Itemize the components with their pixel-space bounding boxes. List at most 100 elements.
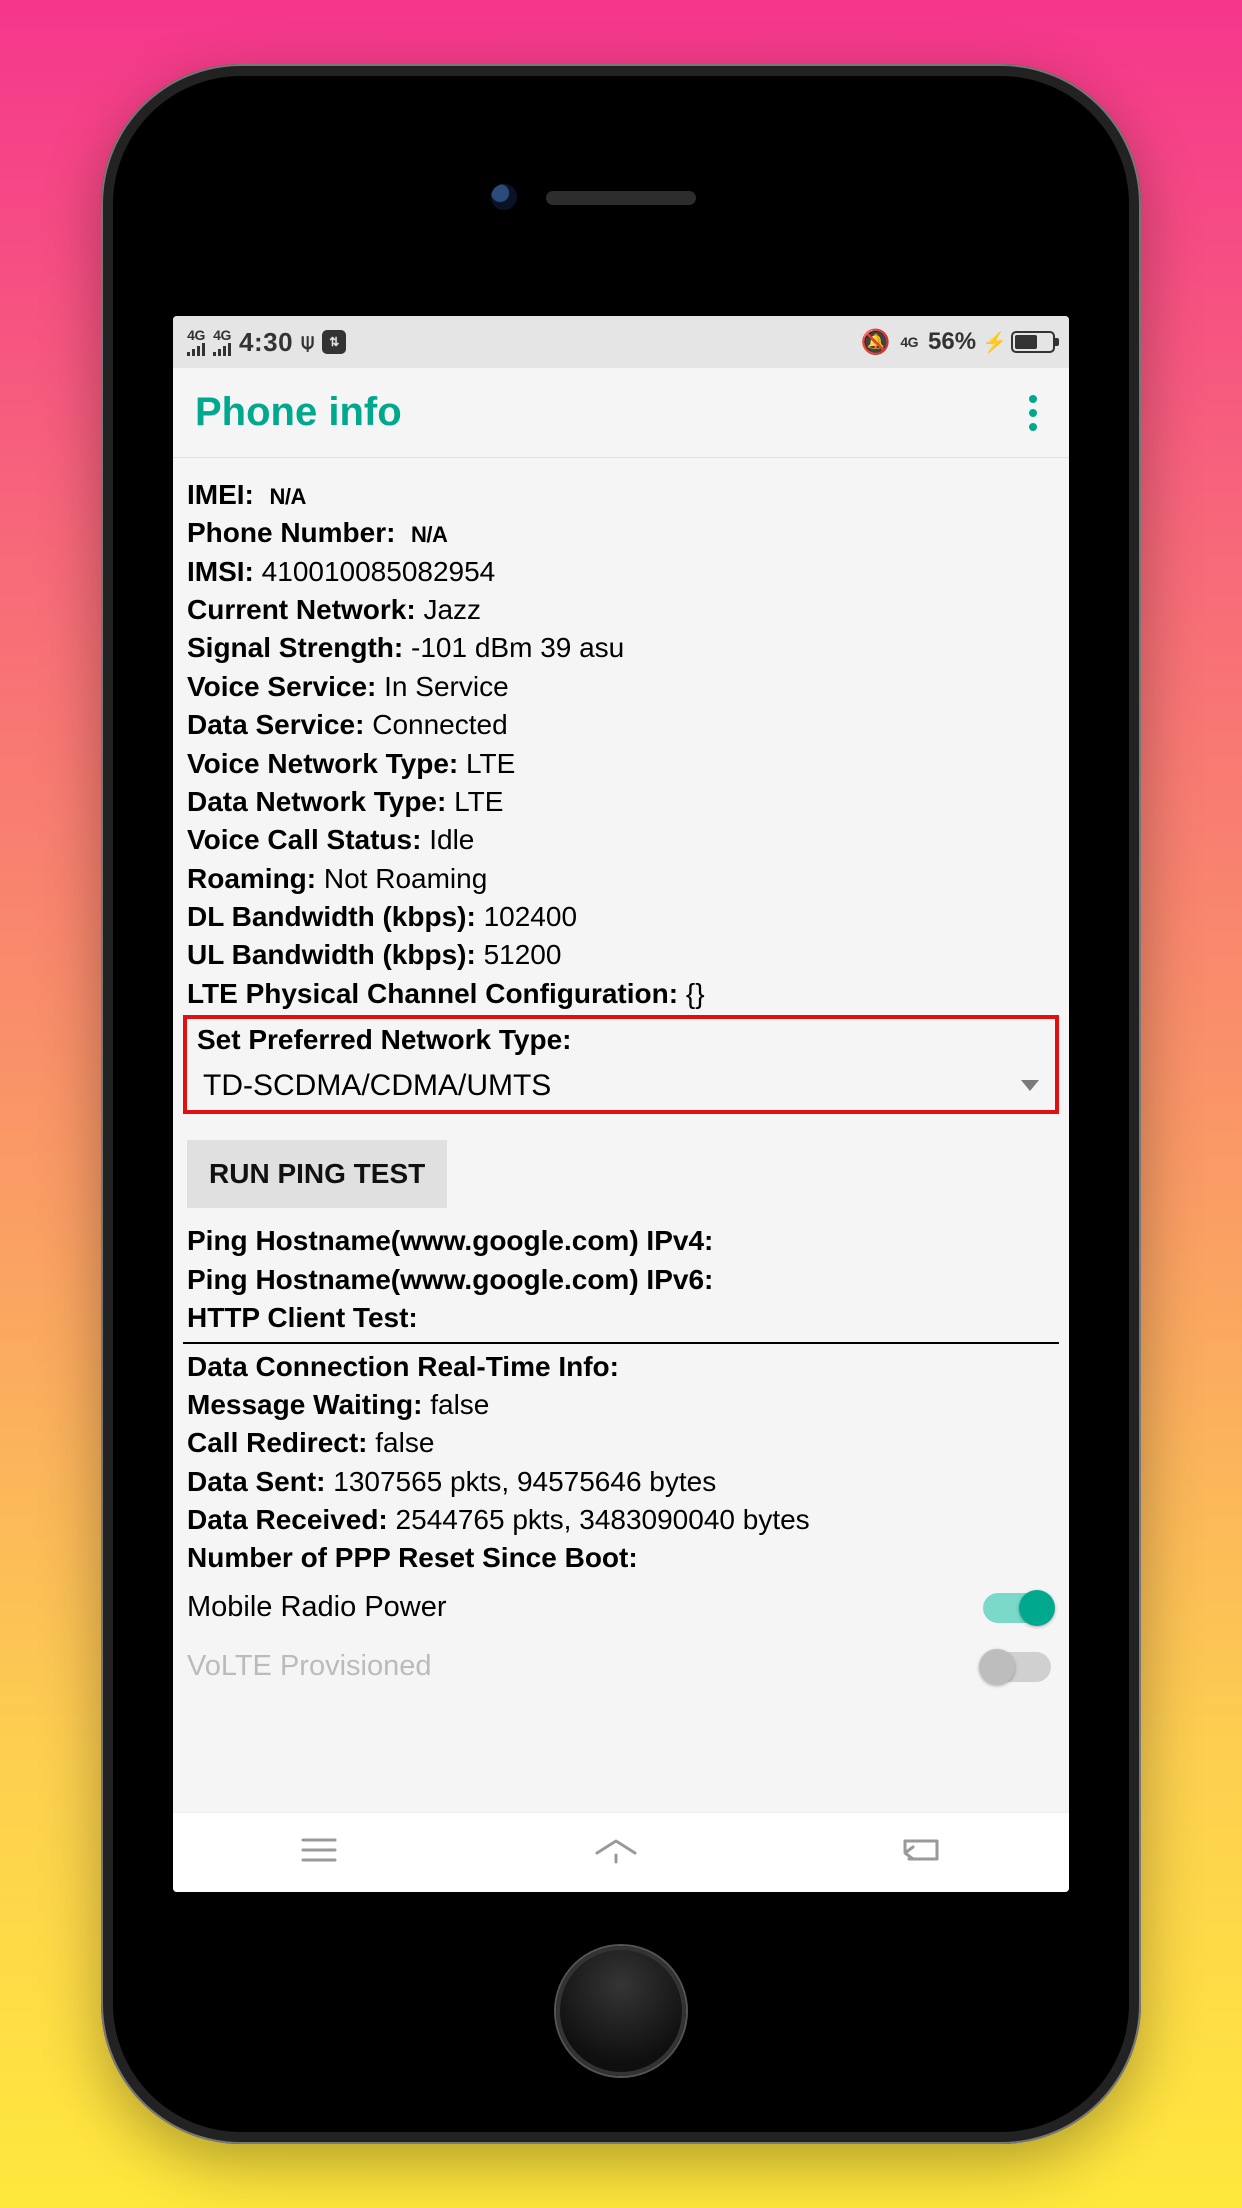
net-gen-label-2: 4G [213,328,231,342]
http-client-row: HTTP Client Test: [183,1299,1059,1337]
ul-bandwidth-row: UL Bandwidth (kbps): 51200 [183,936,1059,974]
volte-provisioned-row: VoLTE Provisioned [183,1637,1059,1697]
dl-bandwidth-label: DL Bandwidth (kbps): [187,901,476,932]
data-network-type-value: LTE [454,786,503,817]
ul-bandwidth-label: UL Bandwidth (kbps): [187,939,476,970]
ping-ipv4-label: Ping Hostname(www.google.com) IPv4: [187,1225,713,1256]
call-redirect-row: Call Redirect: false [183,1424,1059,1462]
signal-strength-value: -101 dBm 39 asu [411,632,624,663]
status-time: 4:30 [239,327,293,358]
ear-speaker [546,191,696,205]
system-nav-bar [173,1812,1069,1892]
net-gen-label-3: 4G [900,335,918,349]
data-sent-label: Data Sent: [187,1466,325,1497]
status-left: 4G 4G 4:30 ⍦ ⇅ [187,327,346,358]
notification-badge-icon: ⇅ [322,330,346,354]
imei-value: N/A [269,484,305,509]
dnd-icon: 🔕 [860,328,890,357]
data-received-value: 2544765 pkts, 3483090040 bytes [396,1504,810,1535]
phone-number-row: Phone Number: N/A [183,514,1059,552]
voice-call-status-value: Idle [429,824,474,855]
current-network-row: Current Network: Jazz [183,591,1059,629]
ul-bandwidth-value: 51200 [484,939,562,970]
net-gen-label-1: 4G [187,328,205,342]
screen: 4G 4G 4:30 ⍦ ⇅ 🔕 4G [173,316,1069,1892]
signal-bars-icon-1 [187,342,205,356]
divider [183,1342,1059,1344]
current-network-value: Jazz [423,594,481,625]
phone-number-label: Phone Number: [187,517,395,548]
mobile-radio-power-row: Mobile Radio Power [183,1578,1059,1638]
back-button[interactable] [893,1835,943,1870]
dl-bandwidth-row: DL Bandwidth (kbps): 102400 [183,898,1059,936]
data-network-type-label: Data Network Type: [187,786,446,817]
preferred-network-value: TD-SCDMA/CDMA/UMTS [203,1065,551,1106]
preferred-network-select[interactable]: TD-SCDMA/CDMA/UMTS [193,1059,1049,1108]
status-right: 🔕 4G 56% ⚡ [860,328,1055,357]
preferred-network-label-row: Set Preferred Network Type: [193,1021,1049,1059]
imei-label: IMEI: [187,479,254,510]
signal-strength-label: Signal Strength: [187,632,403,663]
http-client-label: HTTP Client Test: [187,1302,418,1333]
voice-service-row: Voice Service: In Service [183,668,1059,706]
battery-percent: 56% [928,328,976,356]
mobile-radio-power-toggle[interactable] [983,1593,1051,1623]
app-bar: Phone info [173,368,1069,458]
run-ping-test-button[interactable]: RUN PING TEST [187,1140,447,1208]
voice-call-status-row: Voice Call Status: Idle [183,821,1059,859]
data-conn-rt-row: Data Connection Real-Time Info: [183,1348,1059,1386]
imsi-row: IMSI: 410010085082954 [183,553,1059,591]
preferred-network-label: Set Preferred Network Type: [197,1024,572,1055]
lte-pcc-value: {} [686,978,705,1009]
voice-network-type-label: Voice Network Type: [187,748,458,779]
chevron-down-icon [1021,1080,1039,1091]
voice-network-type-value: LTE [466,748,515,779]
battery-icon [1011,331,1055,353]
hardware-home-button[interactable] [556,1946,686,2076]
overflow-menu-button[interactable] [1019,385,1047,441]
ping-ipv6-label: Ping Hostname(www.google.com) IPv6: [187,1264,713,1295]
roaming-value: Not Roaming [324,863,487,894]
message-waiting-row: Message Waiting: false [183,1386,1059,1424]
phone-number-value: N/A [411,522,447,547]
voice-network-type-row: Voice Network Type: LTE [183,745,1059,783]
data-received-label: Data Received: [187,1504,388,1535]
ping-ipv4-row: Ping Hostname(www.google.com) IPv4: [183,1222,1059,1260]
call-redirect-value: false [375,1427,434,1458]
signal-bars-icon-2 [213,342,231,356]
volte-provisioned-toggle[interactable] [983,1652,1051,1682]
mobile-radio-power-label: Mobile Radio Power [187,1588,447,1628]
ping-ipv6-row: Ping Hostname(www.google.com) IPv6: [183,1261,1059,1299]
content: IMEI: N/A Phone Number: N/A IMSI: 410010… [173,458,1069,1715]
roaming-label: Roaming: [187,863,316,894]
roaming-row: Roaming: Not Roaming [183,860,1059,898]
data-service-value: Connected [372,709,507,740]
data-4g-icon: 4G [900,335,918,349]
imsi-label: IMSI: [187,556,254,587]
ppp-reset-label: Number of PPP Reset Since Boot: [187,1542,638,1573]
preferred-network-highlight: Set Preferred Network Type: TD-SCDMA/CDM… [183,1015,1059,1114]
home-button[interactable] [591,1835,641,1870]
battery-status: 56% ⚡ [928,328,1055,356]
message-waiting-label: Message Waiting: [187,1389,422,1420]
signal-strength-row: Signal Strength: -101 dBm 39 asu [183,629,1059,667]
data-service-label: Data Service: [187,709,364,740]
dl-bandwidth-value: 102400 [484,901,577,932]
voice-call-status-label: Voice Call Status: [187,824,421,855]
charging-icon: ⚡ [982,330,1007,355]
recents-button[interactable] [299,1835,339,1870]
usb-icon: ⍦ [301,329,314,355]
data-received-row: Data Received: 2544765 pkts, 3483090040 … [183,1501,1059,1539]
current-network-label: Current Network: [187,594,416,625]
volte-provisioned-label: VoLTE Provisioned [187,1647,432,1687]
lte-pcc-label: LTE Physical Channel Configuration: [187,978,678,1009]
status-bar: 4G 4G 4:30 ⍦ ⇅ 🔕 4G [173,316,1069,368]
ppp-reset-row: Number of PPP Reset Since Boot: [183,1539,1059,1577]
data-conn-rt-label: Data Connection Real-Time Info: [187,1351,619,1382]
voice-service-value: In Service [384,671,509,702]
imei-row: IMEI: N/A [183,476,1059,514]
phone-frame: 4G 4G 4:30 ⍦ ⇅ 🔕 4G [101,64,1141,2144]
page-title: Phone info [195,390,402,435]
lte-pcc-row: LTE Physical Channel Configuration: {} [183,975,1059,1013]
signal-sim1-icon: 4G [187,328,205,356]
